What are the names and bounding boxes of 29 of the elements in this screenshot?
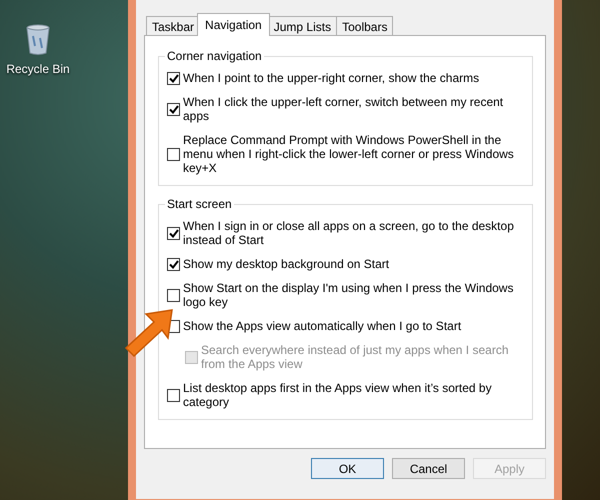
checkbox-label: Show my desktop background on Start (183, 257, 390, 271)
tab[interactable]: Navigation (197, 13, 270, 36)
checkbox[interactable] (167, 226, 180, 240)
checkbox[interactable] (167, 102, 180, 116)
group-title: Corner navigation (165, 49, 264, 63)
checkbox-label: Search everywhere instead of just my apps when I search from the Apps view (201, 343, 510, 371)
checkbox[interactable] (167, 288, 180, 302)
checkbox[interactable] (167, 72, 180, 84)
check-mark-icon (168, 74, 178, 82)
checkbox-label: List desktop apps first in the Apps view when it’s sorted by category (183, 381, 493, 409)
checkbox-label: When I sign in or close all apps on a screen, go to the desktop instead of Start (183, 219, 515, 247)
icon-label: Recycle Bin (6, 62, 70, 76)
dialog-button[interactable]: Cancel (392, 458, 465, 479)
dialog-button[interactable]: OK (311, 458, 384, 479)
recycle-bin-icon[interactable] (25, 24, 51, 56)
tab[interactable]: Toolbars (336, 16, 394, 36)
checkbox[interactable] (167, 388, 180, 402)
check-mark-icon (168, 260, 178, 268)
checkbox-label: Show Start on the display I'm using when I press the Windows logo key (183, 281, 514, 309)
checkbox-label: Show the Apps view automatically when I go to Start (183, 319, 462, 333)
checkbox-label: When I click the upper-left corner, switch between my recent apps (183, 95, 504, 123)
checkbox[interactable] (167, 148, 180, 160)
checkbox[interactable] (167, 258, 180, 270)
checkbox-label: Replace Command Prompt with Windows PowerShell in the menu when I right-click the lower-left corner or press Windows key+X (183, 133, 515, 175)
checkbox-label: When I point to the upper-right corner, show the charms (183, 71, 480, 85)
group-title: Start screen (165, 197, 234, 211)
check-mark-icon (168, 104, 178, 114)
pointer-arrow-icon (124, 309, 173, 358)
check-mark-icon (168, 228, 178, 238)
